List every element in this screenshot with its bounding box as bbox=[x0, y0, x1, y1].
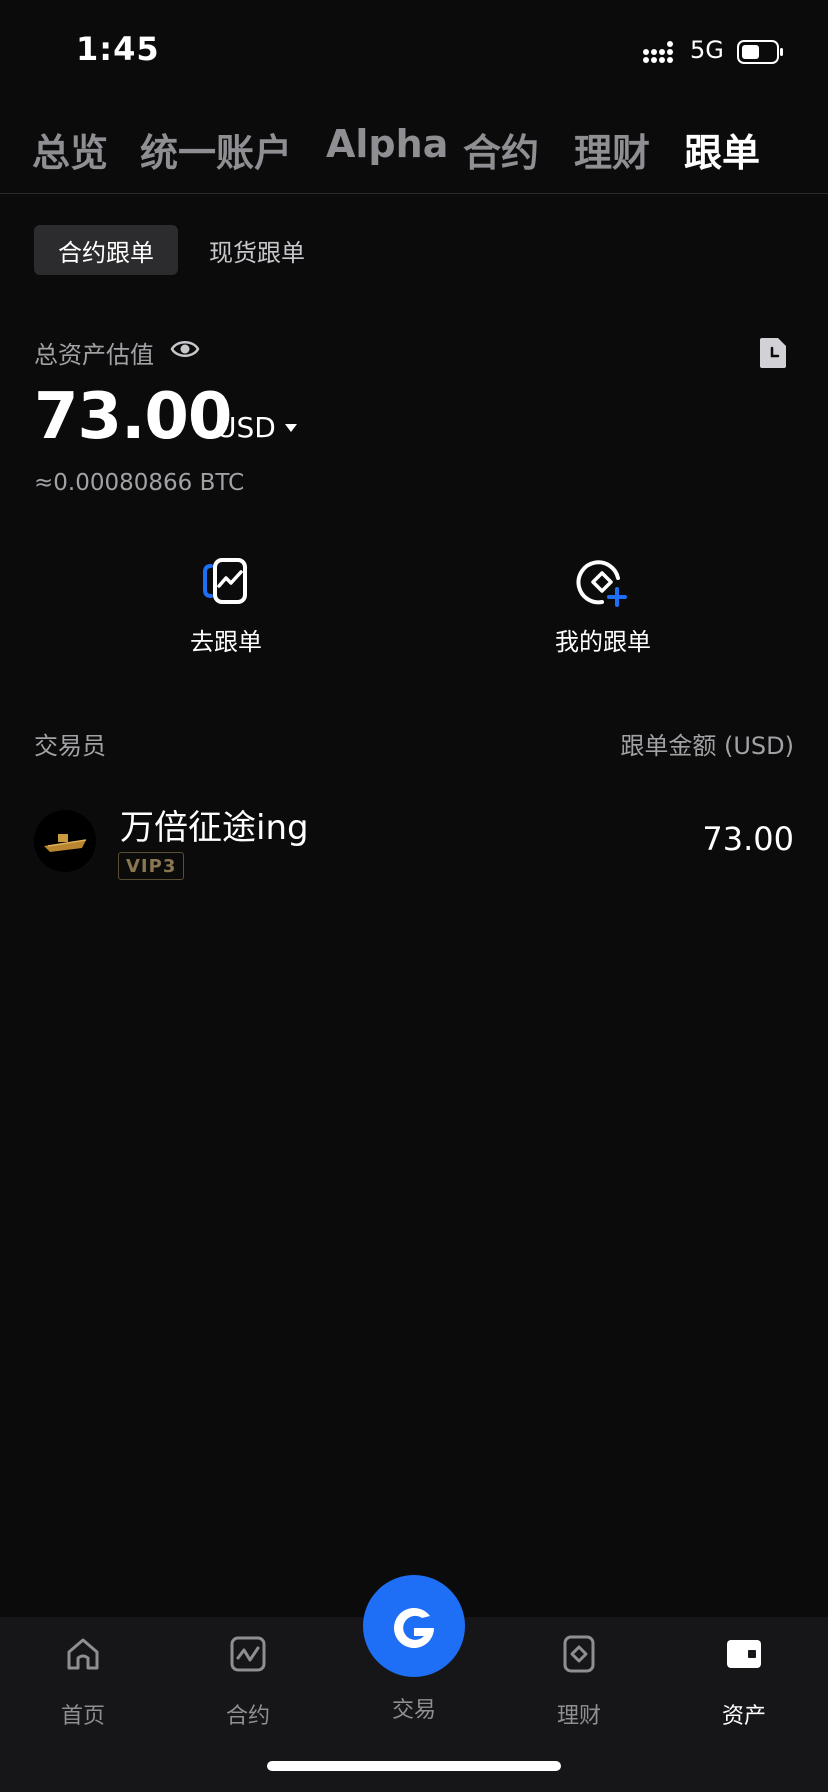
diamond-card-icon bbox=[563, 1635, 595, 1673]
nav-wealth[interactable]: 理财 bbox=[519, 1634, 639, 1730]
trade-logo-icon bbox=[394, 1608, 434, 1648]
go-copy-trade-icon[interactable] bbox=[201, 556, 251, 606]
column-header-amount: 跟单金额 (USD) bbox=[620, 732, 794, 760]
nav-trade-button[interactable] bbox=[363, 1575, 465, 1677]
nav-wealth-label: 理财 bbox=[556, 1704, 601, 1729]
trader-avatar[interactable] bbox=[34, 810, 96, 872]
caret-down-icon[interactable] bbox=[284, 423, 298, 433]
total-asset-amount: 73.00 bbox=[34, 380, 232, 454]
header-divider bbox=[0, 193, 828, 194]
nav-home[interactable]: 首页 bbox=[23, 1634, 143, 1730]
subtab-contract-copy[interactable]: 合约跟单 bbox=[34, 225, 178, 275]
eye-icon[interactable] bbox=[170, 337, 200, 361]
column-header-trader: 交易员 bbox=[34, 732, 106, 760]
trader-copy-amount: 73.00 bbox=[702, 820, 794, 858]
tab-alpha[interactable]: Alpha bbox=[326, 122, 448, 166]
nav-assets-label: 资产 bbox=[721, 1704, 766, 1729]
currency-selector[interactable]: USD bbox=[216, 411, 276, 444]
tab-copy-trading[interactable]: 跟单 bbox=[684, 122, 760, 177]
go-copy-trade-label[interactable]: 去跟单 bbox=[170, 622, 282, 657]
status-time: 1:45 bbox=[76, 30, 160, 68]
nav-contract-label: 合约 bbox=[225, 1704, 270, 1729]
subtab-spot-copy[interactable]: 现货跟单 bbox=[209, 225, 305, 275]
nav-trade-label[interactable]: 交易 bbox=[354, 1692, 474, 1724]
chart-icon bbox=[230, 1636, 266, 1672]
home-indicator[interactable] bbox=[267, 1761, 561, 1771]
wallet-icon bbox=[727, 1640, 761, 1668]
my-copy-trade-icon[interactable] bbox=[576, 556, 630, 610]
trader-name[interactable]: 万倍征途ing bbox=[120, 800, 309, 849]
cellular-signal-icon bbox=[643, 41, 673, 63]
boat-avatar-icon bbox=[44, 834, 87, 852]
total-asset-label: 总资产估值 bbox=[34, 341, 154, 369]
tab-wealth[interactable]: 理财 bbox=[574, 122, 650, 177]
my-copy-trade-label[interactable]: 我的跟单 bbox=[540, 622, 666, 657]
btc-equivalent: ≈0.00080866 BTC bbox=[34, 470, 245, 496]
nav-assets[interactable]: 资产 bbox=[684, 1634, 804, 1730]
history-icon[interactable] bbox=[758, 336, 788, 370]
nav-home-label: 首页 bbox=[60, 1704, 105, 1729]
nav-contract[interactable]: 合约 bbox=[188, 1634, 308, 1730]
vip-badge: VIP3 bbox=[118, 852, 185, 880]
tab-contract[interactable]: 合约 bbox=[463, 122, 539, 177]
tab-unified-account[interactable]: 统一账户 bbox=[140, 122, 292, 177]
home-icon bbox=[67, 1638, 99, 1670]
battery-icon bbox=[737, 40, 783, 64]
tab-overview[interactable]: 总览 bbox=[32, 122, 108, 177]
network-type: 5G bbox=[690, 36, 724, 64]
